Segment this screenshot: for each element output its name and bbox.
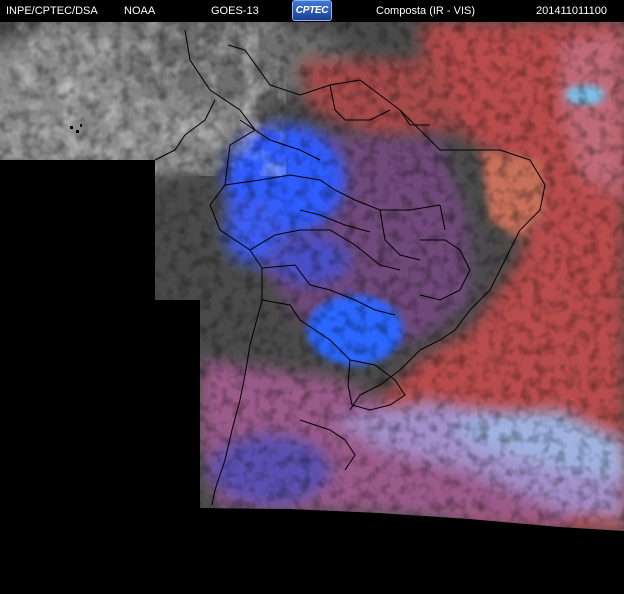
product-label: Composta (IR - VIS)	[376, 5, 476, 17]
satellite-image	[0, 22, 624, 594]
satellite-label: GOES-13	[211, 5, 259, 17]
timestamp-label: 201411011100	[536, 5, 607, 17]
source-label: INPE/CPTEC/DSA	[6, 5, 98, 17]
agency-label: NOAA	[124, 5, 156, 17]
image-data-area	[0, 22, 624, 531]
cptec-logo: CPTEC	[292, 0, 332, 21]
header-bar: INPE/CPTEC/DSA NOAA GOES-13 CPTEC Compos…	[0, 0, 624, 22]
